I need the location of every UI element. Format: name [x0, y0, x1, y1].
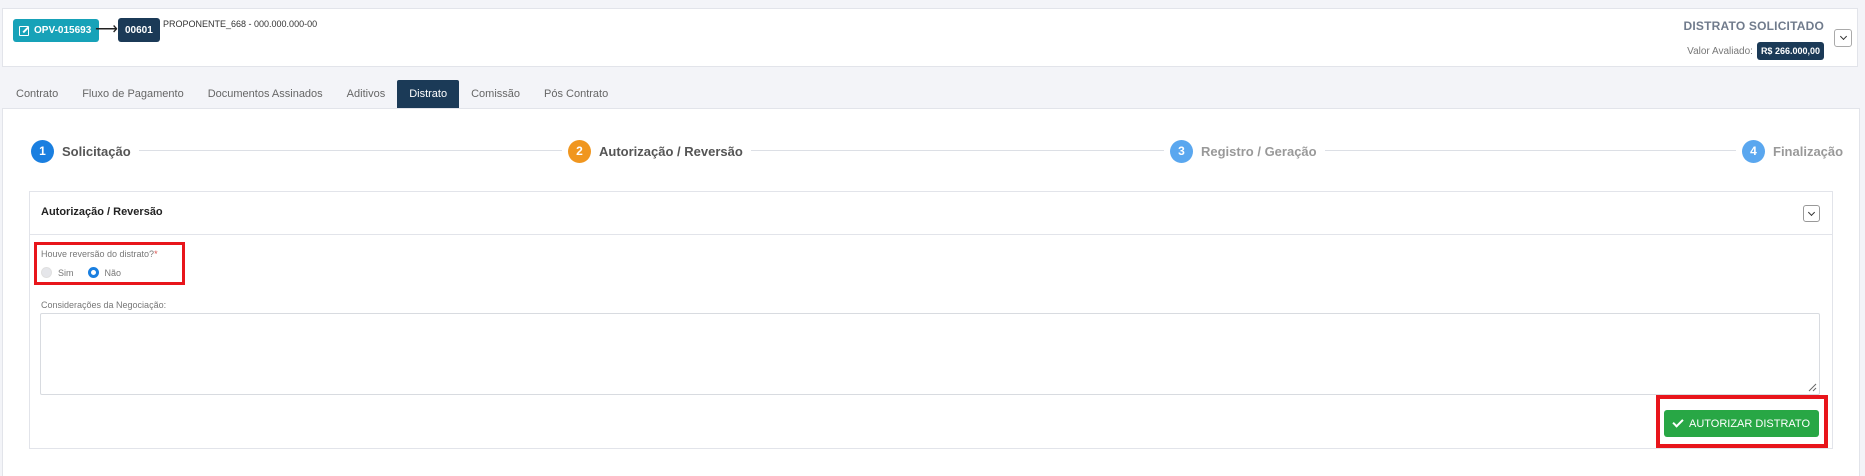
- stepper: 1 Solicitação 2 Autorização / Reversão 3…: [30, 139, 1844, 163]
- tab-comissao[interactable]: Comissão: [459, 80, 532, 108]
- resize-grip-icon[interactable]: [1808, 383, 1817, 392]
- highlight-box: [34, 242, 185, 285]
- panel-collapse-button[interactable]: [1803, 205, 1820, 222]
- edit-icon: [19, 25, 29, 36]
- consideracoes-textarea[interactable]: [40, 313, 1820, 395]
- step-number: 4: [1742, 139, 1765, 163]
- step-solicitacao: 1 Solicitação: [31, 139, 139, 163]
- step-registro: 3 Registro / Geração: [1164, 139, 1325, 163]
- header-collapse-button[interactable]: [1834, 29, 1852, 47]
- step-autorizacao: 2 Autorização / Reversão: [562, 139, 751, 163]
- contract-tabs: Contrato Fluxo de Pagamento Documentos A…: [4, 80, 620, 108]
- step-connector: [730, 150, 1175, 151]
- tab-documentos-assinados[interactable]: Documentos Assinados: [196, 80, 335, 108]
- step-connector: [130, 150, 575, 151]
- highlight-box: [1656, 395, 1828, 448]
- tab-fluxo-de-pagamento[interactable]: Fluxo de Pagamento: [70, 80, 196, 108]
- valor-avaliado: Valor Avaliado: R$ 266.000,00: [1687, 42, 1824, 60]
- panel-header: Autorização / Reversão: [30, 192, 1832, 235]
- proponent-name: PROPONENTE_668 - 000.000.000-00: [163, 19, 318, 29]
- chevron-down-icon: [1839, 32, 1847, 41]
- opv-code: OPV-015693: [34, 25, 92, 36]
- step-label: Solicitação: [62, 143, 131, 159]
- tab-distrato[interactable]: Distrato: [397, 80, 460, 108]
- step-label: Finalização: [1773, 143, 1844, 159]
- consideracoes-label: Considerações da Negociação:: [41, 300, 167, 310]
- unit-badge: 00601: [118, 18, 160, 42]
- tab-aditivos[interactable]: Aditivos: [335, 80, 398, 108]
- step-number: 3: [1170, 139, 1193, 163]
- status-title: DISTRATO SOLICITADO: [1683, 19, 1824, 33]
- step-connector: [1320, 150, 1750, 151]
- step-number: 2: [568, 139, 591, 163]
- valor-label: Valor Avaliado:: [1687, 45, 1753, 57]
- contract-header: OPV-015693 ⟶ 00601 PROPONENTE_668 - 000.…: [2, 8, 1858, 67]
- step-finalizacao: 4 Finalização: [1736, 139, 1844, 163]
- valor-value: R$ 266.000,00: [1756, 42, 1824, 60]
- opv-badge[interactable]: OPV-015693: [13, 19, 100, 42]
- tab-contrato[interactable]: Contrato: [4, 80, 70, 108]
- step-label: Autorização / Reversão: [599, 143, 743, 159]
- arrow-right-icon: ⟶: [95, 21, 118, 38]
- panel-title: Autorização / Reversão: [41, 206, 163, 218]
- step-label: Registro / Geração: [1201, 143, 1317, 159]
- chevron-down-icon: [1807, 208, 1816, 216]
- tab-pos-contrato[interactable]: Pós Contrato: [532, 80, 620, 108]
- step-number: 1: [31, 139, 54, 163]
